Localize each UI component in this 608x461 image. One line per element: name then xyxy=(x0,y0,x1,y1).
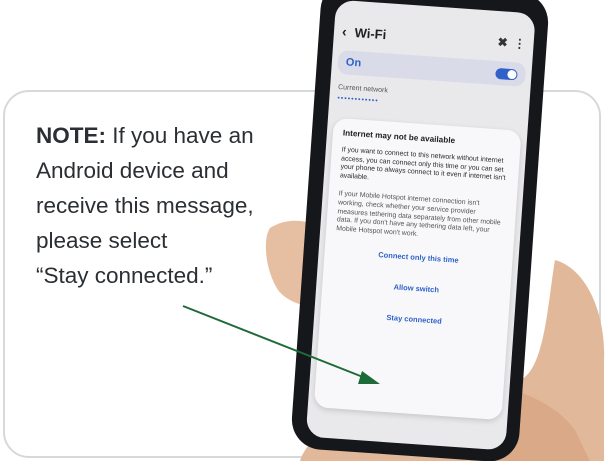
pointer-arrow xyxy=(182,305,380,384)
screenshot-frame: NOTE: If you have an Android device and … xyxy=(0,0,608,461)
arrowhead-icon xyxy=(358,371,380,384)
